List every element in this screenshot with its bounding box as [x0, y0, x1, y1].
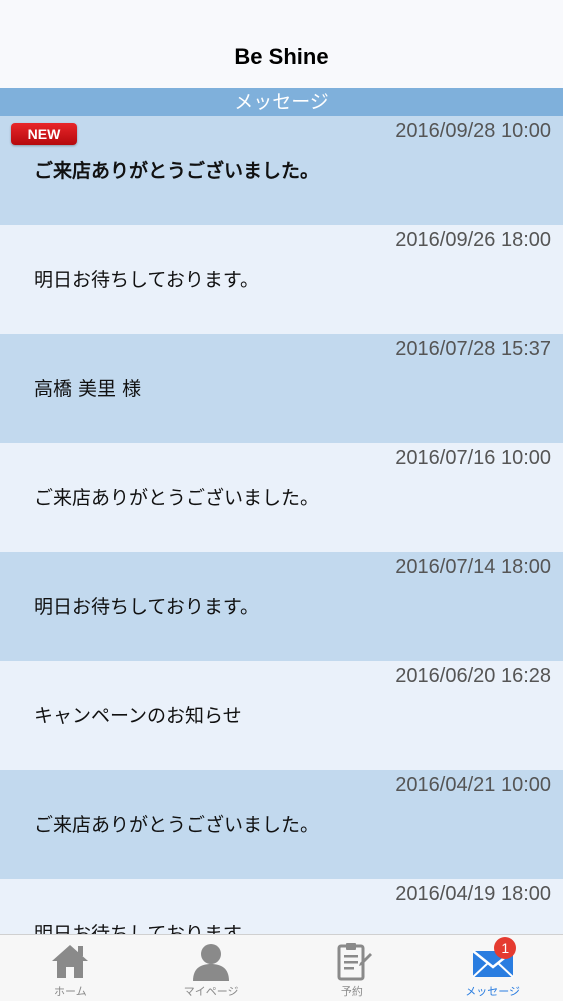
message-title: ご来店ありがとうございました。 [34, 160, 320, 182]
message-row[interactable]: 2016/04/21 10:00 ご来店ありがとうございました。 [0, 770, 563, 879]
message-date: 2016/09/26 18:00 [395, 229, 551, 251]
message-title: 明日お待ちしております。 [34, 269, 259, 291]
tab-label: マイページ [183, 985, 239, 998]
message-row[interactable]: 2016/07/14 18:00 明日お待ちしております。 [0, 552, 563, 661]
message-row[interactable]: 2016/06/20 16:28 キャンペーンのお知らせ [0, 661, 563, 770]
message-title: キャンペーンのお知らせ [34, 705, 242, 727]
message-date: 2016/07/14 18:00 [395, 556, 551, 578]
tab-label: 予約 [340, 985, 363, 998]
message-date: 2016/04/19 18:00 [395, 883, 551, 905]
message-date: 2016/06/20 16:28 [395, 665, 551, 687]
message-row[interactable]: 2016/04/19 18:00 明日お待ちしております。 [0, 879, 563, 934]
tab-label: メッセージ [465, 985, 521, 998]
message-list[interactable]: NEW 2016/09/28 10:00 ご来店ありがとうございました。 201… [0, 116, 563, 934]
message-title: 高橋 美里 様 [34, 378, 142, 400]
message-date: 2016/07/16 10:00 [395, 447, 551, 469]
navigation-bar: Be Shine [0, 0, 563, 88]
message-date: 2016/04/21 10:00 [395, 774, 551, 796]
tab-home[interactable]: ホーム [0, 935, 141, 1001]
tab-reservation[interactable]: 予約 [282, 935, 423, 1001]
person-icon [193, 944, 230, 981]
clipboard-icon [337, 943, 372, 981]
message-title: 明日お待ちしております。 [34, 596, 259, 618]
tab-message[interactable]: 1 メッセージ [422, 935, 563, 1001]
new-badge: NEW [11, 123, 77, 145]
section-header: メッセージ [0, 88, 563, 116]
message-row[interactable]: 2016/09/26 18:00 明日お待ちしております。 [0, 225, 563, 334]
tab-bar: ホーム マイページ 予約 1 メッセージ [0, 934, 563, 1001]
message-date: 2016/07/28 15:37 [395, 338, 551, 360]
message-title: ご来店ありがとうございました。 [34, 487, 320, 509]
message-title: ご来店ありがとうございました。 [34, 814, 320, 836]
tab-mypage[interactable]: マイページ [141, 935, 282, 1001]
home-icon [52, 945, 89, 978]
app-title: Be Shine [234, 44, 329, 69]
message-row[interactable]: 2016/07/28 15:37 高橋 美里 様 [0, 334, 563, 443]
message-date: 2016/09/28 10:00 [395, 120, 551, 142]
message-row[interactable]: NEW 2016/09/28 10:00 ご来店ありがとうございました。 [0, 116, 563, 225]
tab-label: ホーム [54, 985, 87, 998]
message-title: 明日お待ちしております。 [34, 923, 259, 934]
message-row[interactable]: 2016/07/16 10:00 ご来店ありがとうございました。 [0, 443, 563, 552]
